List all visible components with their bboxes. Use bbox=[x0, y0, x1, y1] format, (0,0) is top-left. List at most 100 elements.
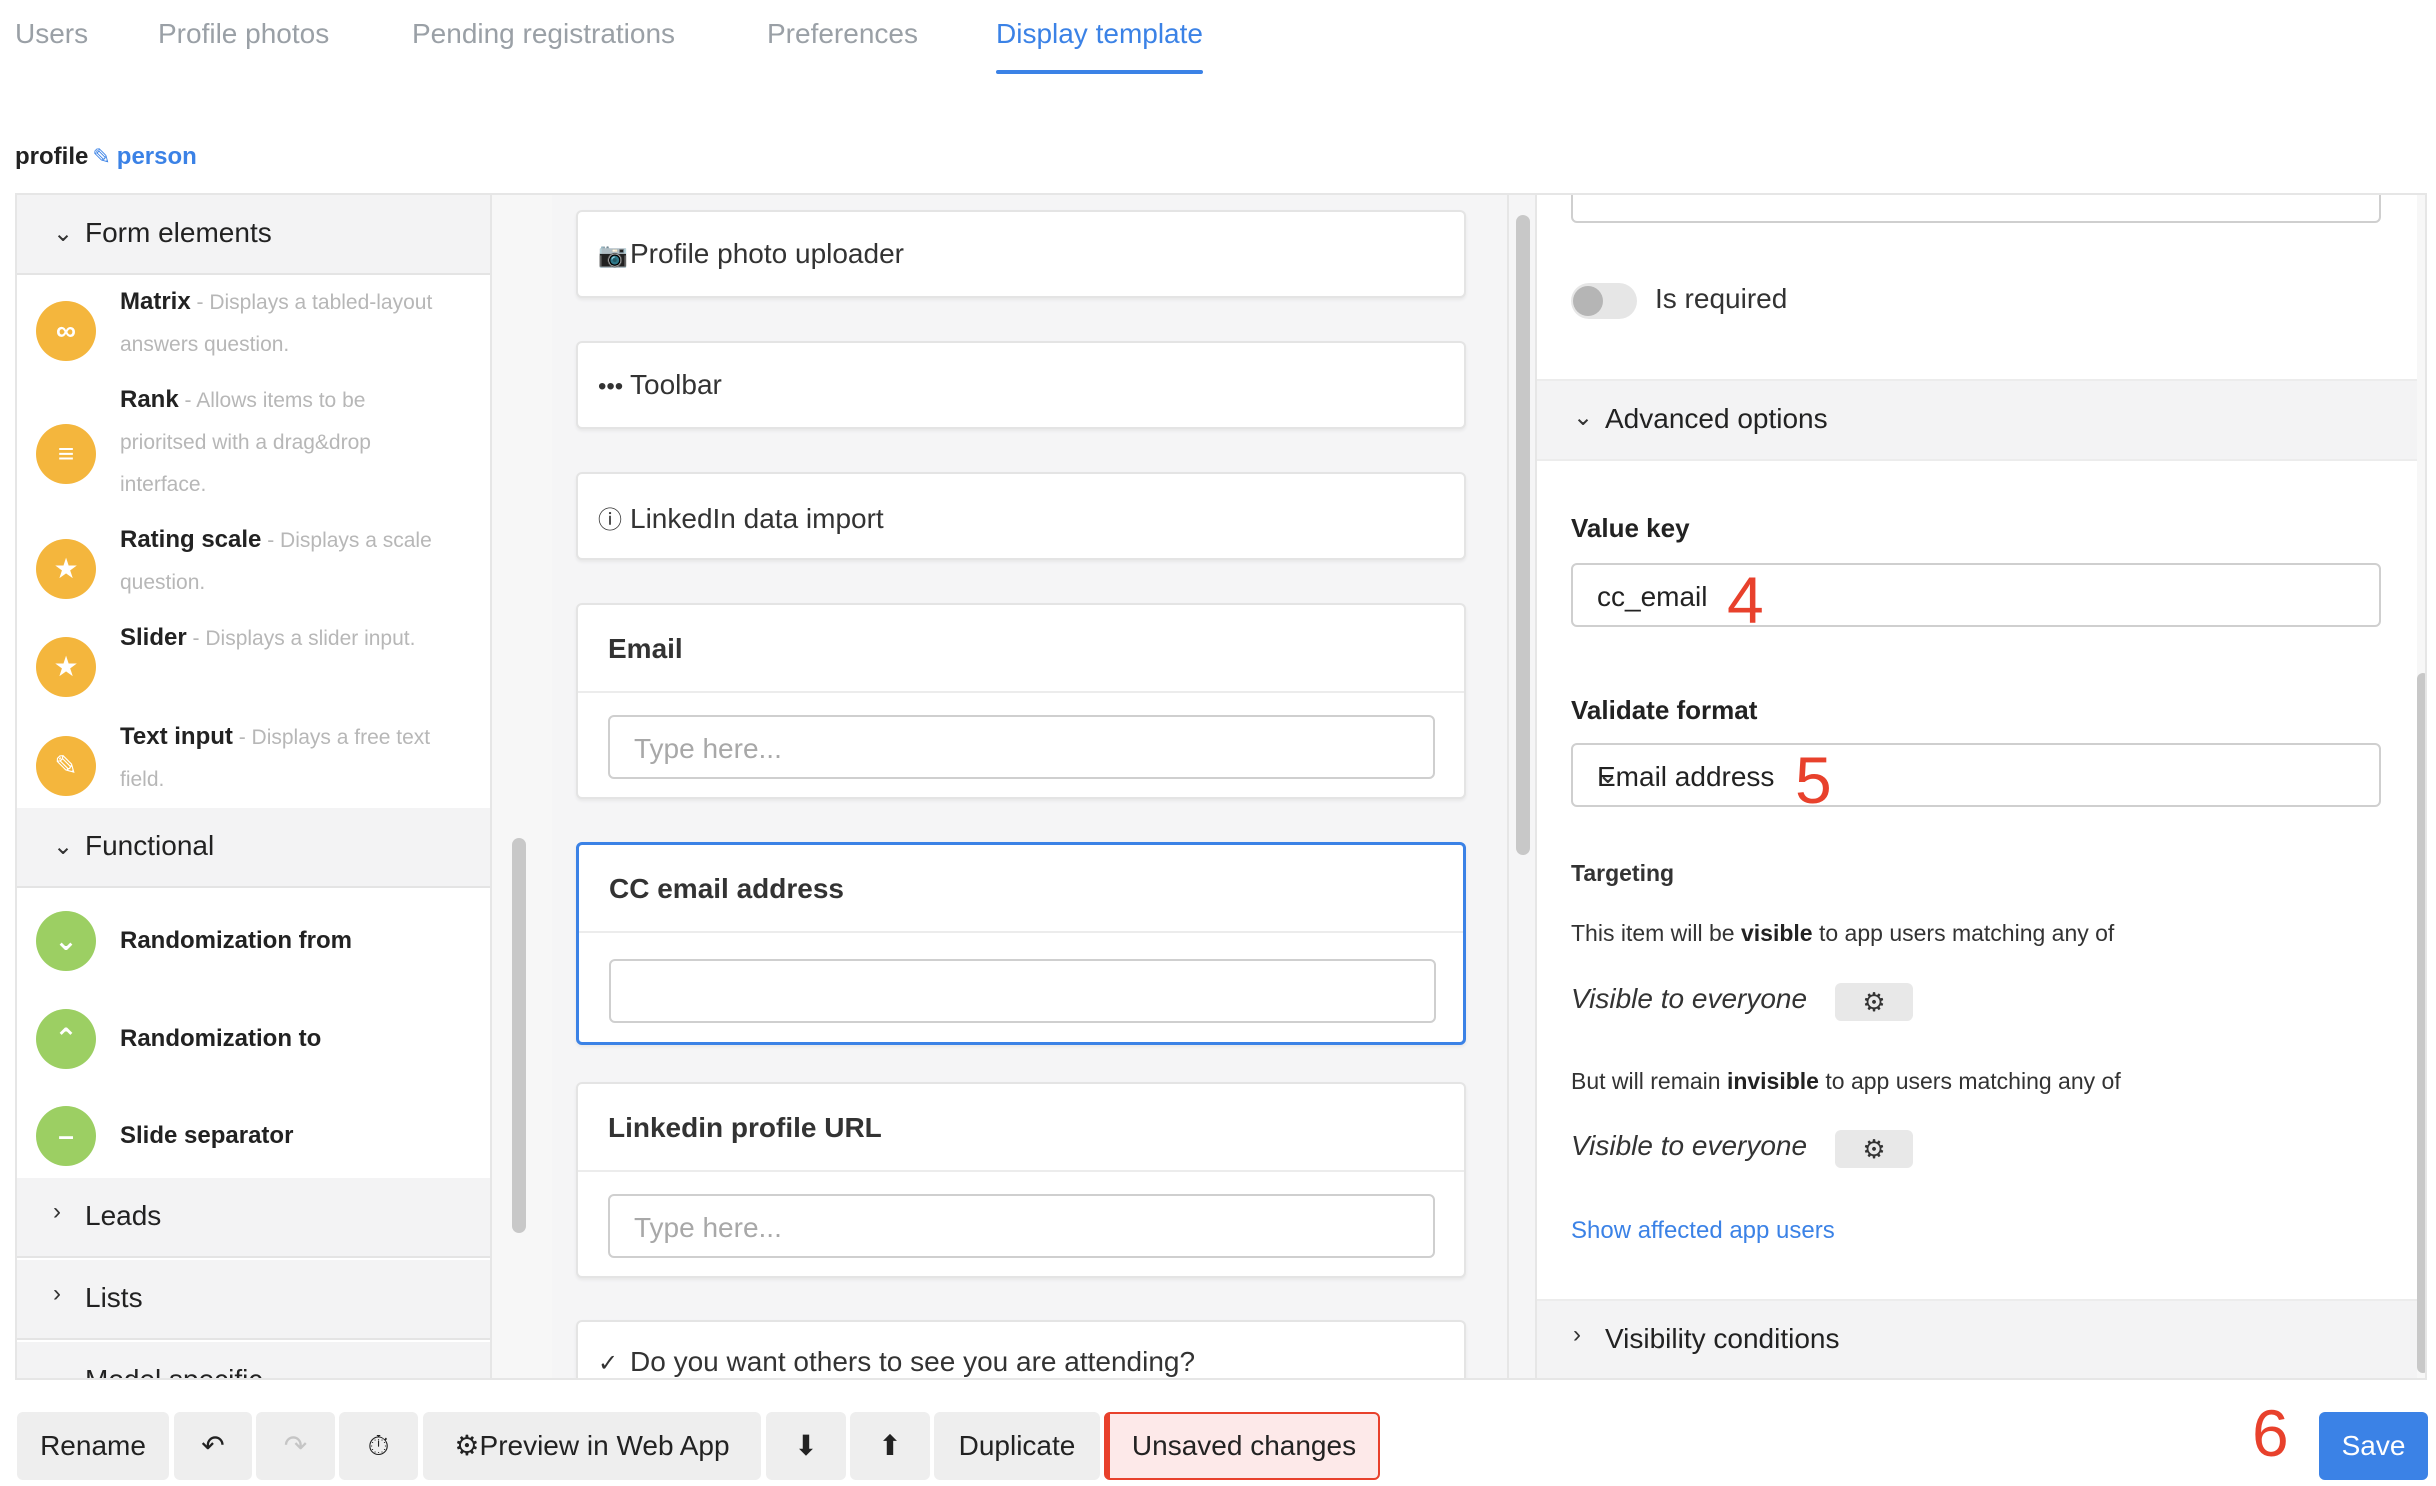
rename-button[interactable]: Rename bbox=[17, 1412, 169, 1480]
duplicate-button[interactable]: Duplicate bbox=[934, 1412, 1100, 1480]
palette-item-randomization-from[interactable]: ⌄ Randomization from bbox=[17, 907, 490, 997]
gear-icon: ⚙ bbox=[1862, 987, 1886, 1017]
is-required-toggle[interactable] bbox=[1571, 283, 1637, 319]
canvas-field-cc-email[interactable]: CC email address bbox=[576, 842, 1466, 1045]
invisible-to-value: Visible to everyone bbox=[1571, 1130, 1808, 1161]
chevron-down-icon: ⌄ bbox=[53, 220, 74, 247]
preview-web-app-button[interactable]: ⚙Preview in Web App bbox=[423, 1412, 761, 1480]
canvas-item-toolbar[interactable]: ••• Toolbar bbox=[576, 341, 1466, 429]
linkedin-url-field[interactable]: Type here... bbox=[608, 1194, 1435, 1258]
property-input[interactable] bbox=[1571, 195, 2381, 223]
tab-profile-photos[interactable]: Profile photos bbox=[158, 18, 329, 50]
validate-format-label: Validate format bbox=[1571, 695, 1758, 725]
item-desc: - Displays a slider input. bbox=[186, 627, 416, 650]
palette-item-randomization-to[interactable]: ⌃ Randomization to bbox=[17, 1003, 490, 1093]
canvas-field-linkedin-url[interactable]: Linkedin profile URL Type here... bbox=[576, 1082, 1466, 1278]
palette-item-text-input[interactable]: ✎ Text input - Displays a free text fiel… bbox=[17, 716, 490, 816]
value-key-input[interactable]: cc_email bbox=[1571, 563, 2381, 627]
tab-preferences[interactable]: Preferences bbox=[767, 18, 918, 50]
tab-pending-registrations[interactable]: Pending registrations bbox=[412, 18, 675, 50]
history-button[interactable]: ⏱ bbox=[339, 1412, 418, 1480]
scrollbar-thumb[interactable] bbox=[2417, 673, 2425, 1373]
item-label: Do you want others to see you are attend… bbox=[630, 1346, 1196, 1377]
advanced-options-header[interactable]: ⌄ Advanced options bbox=[1537, 379, 2417, 461]
field-title: CC email address bbox=[609, 873, 844, 904]
tab-users[interactable]: Users bbox=[15, 18, 88, 50]
canvas-scrollbar[interactable] bbox=[1507, 195, 1537, 1378]
tab-display-template[interactable]: Display template bbox=[996, 18, 1203, 74]
section-functional[interactable]: ⌄ Functional bbox=[17, 808, 490, 888]
section-label: Functional bbox=[85, 830, 215, 861]
item-name: Rank bbox=[120, 386, 179, 413]
palette-item-matrix[interactable]: ∞ Matrix - Displays a tabled-layout answ… bbox=[17, 281, 490, 381]
field-title: Email bbox=[608, 633, 683, 664]
pencil-icon[interactable]: ✎ bbox=[92, 144, 110, 169]
item-label: Profile photo uploader bbox=[630, 238, 904, 269]
item-label: LinkedIn data import bbox=[630, 503, 884, 534]
text: This item will be bbox=[1571, 920, 1741, 946]
targeting-title: Targeting bbox=[1571, 860, 1675, 886]
canvas-item-attending[interactable]: ✓ Do you want others to see you are atten… bbox=[576, 1320, 1466, 1378]
chevron-down-icon: ⌄ bbox=[53, 833, 74, 860]
invisible-settings-button[interactable]: ⚙ bbox=[1835, 1130, 1913, 1168]
annotation-5: 5 bbox=[1795, 743, 1832, 817]
tab-bar: Users Profile photos Pending registratio… bbox=[0, 0, 2436, 80]
move-up-button[interactable]: ⬆ bbox=[850, 1412, 930, 1480]
email-field[interactable]: Type here... bbox=[608, 715, 1435, 779]
lines-icon: ≡ bbox=[36, 424, 96, 484]
visible-settings-button[interactable]: ⚙ bbox=[1835, 983, 1913, 1021]
item-label: Toolbar bbox=[630, 369, 722, 400]
palette-item-slide-separator[interactable]: – Slide separator bbox=[17, 1100, 490, 1190]
chevron-down-icon: ⌄ bbox=[1573, 404, 1594, 431]
visibility-conditions-header[interactable]: › Visibility conditions bbox=[1537, 1299, 2417, 1378]
canvas-field-email[interactable]: Email Type here... bbox=[576, 603, 1466, 799]
breadcrumb-link[interactable]: person bbox=[117, 143, 197, 170]
save-button[interactable]: Save bbox=[2319, 1412, 2428, 1480]
section-model-specific[interactable]: ⌄ Model specific bbox=[17, 1342, 490, 1380]
value-key-value: cc_email bbox=[1597, 581, 1708, 612]
scrollbar-thumb[interactable] bbox=[1516, 215, 1530, 855]
section-lists[interactable]: › Lists bbox=[17, 1260, 490, 1340]
infinity-icon: ∞ bbox=[36, 301, 96, 361]
palette-item-rank[interactable]: ≡ Rank - Allows items to be prioritsed w… bbox=[17, 379, 490, 509]
palette-item-slider[interactable]: ★ Slider - Displays a slider input. bbox=[17, 617, 490, 717]
palette-scrollbar[interactable] bbox=[490, 195, 552, 1378]
gear-icon: ⚙ bbox=[454, 1430, 480, 1461]
section-leads[interactable]: › Leads bbox=[17, 1178, 490, 1258]
breadcrumb-root: profile bbox=[15, 143, 89, 170]
properties-scrollbar[interactable] bbox=[2417, 195, 2425, 1378]
item-name: Slider bbox=[120, 624, 187, 651]
canvas-item-profile-photo-uploader[interactable]: 📷Profile photo uploader bbox=[576, 210, 1466, 298]
breadcrumb: profile ✎ person bbox=[15, 143, 197, 171]
editor-frame: ⌄ Form elements ∞ Matrix - Displays a ta… bbox=[15, 193, 2427, 1380]
visible-rule-text: This item will be visible to app users m… bbox=[1571, 920, 2114, 947]
redo-button[interactable]: ↷ bbox=[256, 1412, 335, 1480]
linkedin-icon: ⓘ bbox=[598, 507, 622, 534]
template-canvas: 📷Profile photo uploader ••• Toolbar ⓘ Link… bbox=[552, 195, 1507, 1378]
section-label: Model specific bbox=[85, 1364, 263, 1380]
section-form-elements[interactable]: ⌄ Form elements bbox=[17, 195, 490, 275]
chevron-up-icon: ⌃ bbox=[36, 1009, 96, 1069]
item-name: Slide separator bbox=[120, 1122, 294, 1149]
show-affected-users-link[interactable]: Show affected app users bbox=[1571, 1217, 1835, 1245]
move-down-button[interactable]: ⬇ bbox=[766, 1412, 846, 1480]
text: to app users matching any of bbox=[1812, 920, 2115, 946]
canvas-item-linkedin-import[interactable]: ⓘ LinkedIn data import bbox=[576, 472, 1466, 560]
text: But will remain bbox=[1571, 1068, 1727, 1094]
cc-email-field[interactable] bbox=[609, 959, 1436, 1023]
palette-item-rating-scale[interactable]: ★ Rating scale - Displays a scale questi… bbox=[17, 519, 490, 619]
is-required-label: Is required bbox=[1655, 283, 1788, 314]
undo-button[interactable]: ↶ bbox=[174, 1412, 252, 1480]
chevron-right-icon: › bbox=[53, 1198, 61, 1225]
item-name: Text input bbox=[120, 723, 233, 750]
validate-format-select[interactable]: Email address ⌄ bbox=[1571, 743, 2381, 807]
text: to app users matching any of bbox=[1818, 1068, 2121, 1094]
item-name: Matrix bbox=[120, 288, 191, 315]
annotation-4: 4 bbox=[1727, 563, 1764, 637]
bottom-toolbar: Rename ↶ ↷ ⏱ ⚙Preview in Web App ⬇ ⬆ Dup… bbox=[0, 1380, 2436, 1486]
invisible-rule-text: But will remain invisible to app users m… bbox=[1571, 1068, 2121, 1095]
scrollbar-thumb[interactable] bbox=[512, 838, 526, 1233]
chevron-down-icon: ⌄ bbox=[53, 1366, 73, 1378]
field-title: Linkedin profile URL bbox=[608, 1112, 882, 1143]
unsaved-changes-indicator[interactable]: Unsaved changes bbox=[1104, 1412, 1380, 1480]
